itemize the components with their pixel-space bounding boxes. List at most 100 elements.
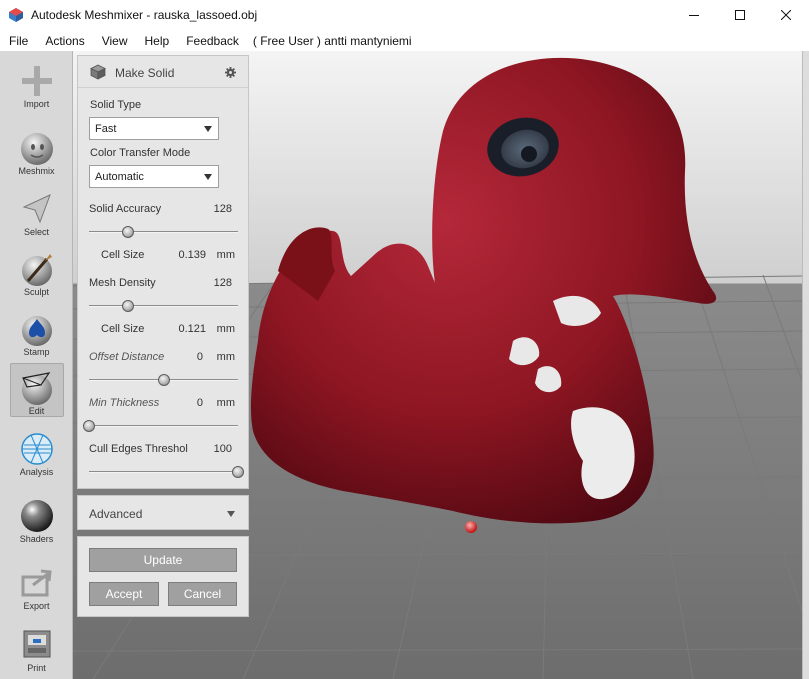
export-icon <box>21 569 52 597</box>
pivot-ball[interactable] <box>465 521 477 533</box>
cell-size-2-unit: mm <box>216 323 235 335</box>
cull-edges-label: Cull Edges Threshol <box>89 443 188 455</box>
tool-export[interactable]: Export <box>0 559 73 623</box>
tool-print-label: Print <box>27 663 46 673</box>
tool-import-label: Import <box>23 99 50 109</box>
tool-edit[interactable]: Edit <box>0 363 73 427</box>
select-icon <box>22 194 51 224</box>
menu-help[interactable]: Help <box>136 34 178 48</box>
mesh-density-label: Mesh Density <box>89 277 156 289</box>
slider-track <box>89 471 238 473</box>
tool-select[interactable]: Select <box>0 185 73 249</box>
cell-size-2-value: 0.121 <box>178 323 206 335</box>
window-title: Autodesk Meshmixer - rauska_lassoed.obj <box>31 8 258 22</box>
solid-type-label: Solid Type <box>90 99 142 111</box>
cell-size-2-label: Cell Size <box>101 323 145 335</box>
cancel-button[interactable]: Cancel <box>168 582 237 606</box>
mesh-density-slider[interactable] <box>89 299 238 313</box>
menu-bar: File Actions View Help Feedback ( Free U… <box>0 30 809 51</box>
tool-select-label: Select <box>23 227 49 237</box>
menu-user-account[interactable]: ( Free User ) antti mantyniemi <box>247 34 420 48</box>
offset-distance-unit: mm <box>216 351 235 363</box>
color-transfer-label: Color Transfer Mode <box>90 147 191 159</box>
mesh-density-value: 128 <box>213 277 232 289</box>
maximize-button[interactable] <box>717 0 763 30</box>
panel-title: Make Solid <box>115 66 175 80</box>
offset-distance-label: Offset Distance <box>89 351 165 363</box>
tool-shaders-label: Shaders <box>19 534 54 544</box>
shaders-icon <box>21 500 53 532</box>
tool-shaders[interactable]: Shaders <box>0 492 73 556</box>
min-thickness-label: Min Thickness <box>89 397 160 409</box>
gear-icon[interactable] <box>225 67 236 78</box>
print-icon <box>23 630 51 658</box>
minimize-button[interactable] <box>671 0 717 30</box>
sculpt-icon <box>22 254 52 286</box>
menu-view[interactable]: View <box>93 34 136 48</box>
cull-edges-slider[interactable] <box>89 465 244 479</box>
close-button[interactable] <box>763 0 809 30</box>
advanced-section[interactable]: Advanced <box>77 495 249 530</box>
action-buttons-panel: Update Accept Cancel <box>77 536 249 617</box>
right-edge-strip <box>802 51 809 679</box>
slider-knob[interactable] <box>83 420 95 432</box>
tool-sculpt-label: Sculpt <box>23 287 49 297</box>
menu-actions[interactable]: Actions <box>36 34 92 48</box>
slider-knob[interactable] <box>232 466 244 478</box>
tool-import[interactable]: Import <box>0 57 73 121</box>
tool-meshmix-label: Meshmix <box>18 166 55 176</box>
left-toolbar: Import Meshmix Select Sculpt Stamp Edit … <box>0 51 73 679</box>
solid-type-select[interactable]: Fast <box>89 117 219 140</box>
menu-feedback[interactable]: Feedback <box>177 34 247 48</box>
analysis-icon <box>21 433 53 465</box>
color-transfer-value: Automatic <box>95 171 144 183</box>
offset-distance-slider[interactable] <box>89 373 238 387</box>
solid-accuracy-slider[interactable] <box>89 225 238 239</box>
chevron-down-icon <box>227 511 235 517</box>
stamp-icon <box>22 316 52 346</box>
title-bar: Autodesk Meshmixer - rauska_lassoed.obj <box>0 0 809 30</box>
panel-header: Make Solid <box>78 56 248 88</box>
slider-track <box>89 305 238 307</box>
offset-distance-value: 0 <box>196 351 203 363</box>
menu-file[interactable]: File <box>0 34 36 48</box>
minimize-icon <box>689 15 699 16</box>
tool-edit-label: Edit <box>28 406 45 416</box>
cull-edges-value: 100 <box>213 443 232 455</box>
advanced-label: Advanced <box>89 507 143 521</box>
slider-track <box>89 425 238 427</box>
min-thickness-value: 0 <box>196 397 203 409</box>
tool-analysis[interactable]: Analysis <box>0 425 73 489</box>
cube-icon <box>90 64 106 80</box>
slider-track <box>89 231 238 233</box>
min-thickness-slider[interactable] <box>83 419 238 433</box>
tool-sculpt[interactable]: Sculpt <box>0 245 73 309</box>
tool-print[interactable]: Print <box>0 619 73 679</box>
edit-icon <box>22 372 52 405</box>
min-thickness-unit: mm <box>216 397 235 409</box>
import-icon <box>22 66 52 96</box>
meshmixer-logo-icon <box>9 8 23 22</box>
solid-accuracy-value: 128 <box>213 203 232 215</box>
solid-type-value: Fast <box>95 123 117 135</box>
cell-size-1-label: Cell Size <box>101 249 145 261</box>
cell-size-1-unit: mm <box>216 249 235 261</box>
tool-analysis-label: Analysis <box>19 467 54 477</box>
chevron-down-icon <box>204 126 212 132</box>
solid-accuracy-label: Solid Accuracy <box>89 203 162 215</box>
color-transfer-select[interactable]: Automatic <box>89 165 219 188</box>
tool-stamp[interactable]: Stamp <box>0 305 73 369</box>
slider-knob[interactable] <box>121 226 134 238</box>
close-icon <box>781 10 791 20</box>
cell-size-1-value: 0.139 <box>178 249 206 261</box>
slider-knob[interactable] <box>157 374 170 386</box>
tool-stamp-label: Stamp <box>23 347 50 357</box>
accept-button[interactable]: Accept <box>89 582 159 606</box>
update-button[interactable]: Update <box>89 548 237 572</box>
meshmix-icon <box>21 133 53 165</box>
tool-export-label: Export <box>23 601 50 611</box>
make-solid-panel: Make Solid Solid Type Fast Color Transfe… <box>77 55 249 489</box>
tool-meshmix[interactable]: Meshmix <box>0 124 73 188</box>
slider-knob[interactable] <box>121 300 134 312</box>
chevron-down-icon <box>204 174 212 180</box>
